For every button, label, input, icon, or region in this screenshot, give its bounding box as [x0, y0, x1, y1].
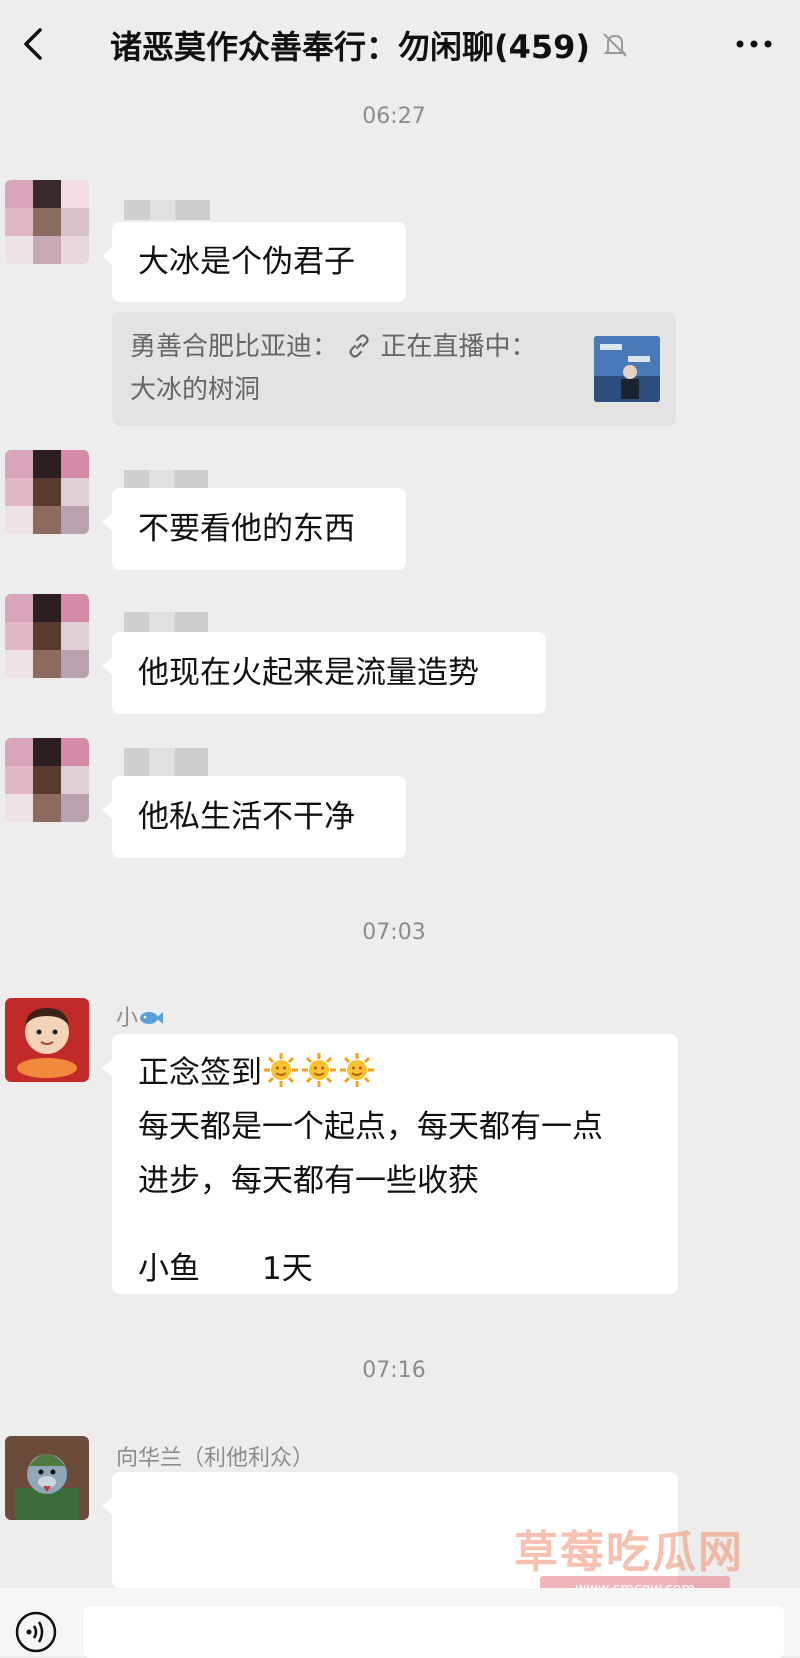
- message-bubble[interactable]: 大冰是个伪君子: [102, 222, 406, 302]
- quote-title: 大冰的树洞: [130, 375, 261, 405]
- message-line: 正念签到: [138, 1046, 652, 1100]
- message-line: 进步，每天都有一些收获: [138, 1163, 479, 1199]
- avatar[interactable]: [5, 998, 89, 1082]
- avatar[interactable]: [5, 450, 89, 534]
- chevron-left-icon[interactable]: [18, 26, 50, 62]
- timestamp: 07:16: [362, 1358, 426, 1383]
- quote-status: 正在直播中：: [380, 332, 537, 362]
- live-thumbnail: [594, 336, 660, 402]
- sun-icon: [264, 1053, 298, 1087]
- bell-off-icon: [603, 33, 627, 57]
- fish-icon: [140, 1012, 164, 1024]
- chat-title: 诸恶莫作众善奉行：勿闲聊(459): [110, 28, 591, 66]
- message-bubble[interactable]: 正念签到 每天都是一个起点，每天都有一点 进步，每天都有一些收获 小鱼 1天: [102, 1034, 678, 1294]
- message-line: 小鱼 1天: [138, 1251, 313, 1287]
- more-dots-icon[interactable]: [732, 30, 776, 58]
- avatar[interactable]: [5, 738, 89, 822]
- quote-text: 勇善合肥比亚迪： 正在直播中： 大冰的树洞: [130, 326, 570, 412]
- avatar[interactable]: [5, 180, 89, 264]
- input-bar: [0, 1588, 800, 1658]
- quote-card[interactable]: 勇善合肥比亚迪： 正在直播中： 大冰的树洞: [112, 312, 676, 426]
- sun-icon: [302, 1053, 336, 1087]
- sender-name-blurred: [124, 748, 208, 778]
- timestamp: 06:27: [362, 104, 426, 129]
- avatar[interactable]: [5, 594, 89, 678]
- chat-header: 诸恶莫作众善奉行：勿闲聊(459): [0, 0, 800, 88]
- message-input[interactable]: [84, 1606, 784, 1658]
- message-bubble[interactable]: 不要看他的东西: [102, 488, 406, 570]
- sender-name: 小: [116, 1000, 164, 1032]
- message-bubble[interactable]: 他私生活不干净: [102, 776, 406, 858]
- sender-name-blurred: [124, 612, 208, 632]
- avatar[interactable]: [5, 1436, 89, 1520]
- title-group: 诸恶莫作众善奉行：勿闲聊(459): [110, 20, 630, 70]
- message-bubble[interactable]: 他现在火起来是流量造势: [102, 632, 546, 714]
- sender-name-blurred: [124, 470, 208, 490]
- timestamp: 07:03: [362, 920, 426, 945]
- message-line: 每天都是一个起点，每天都有一点: [138, 1109, 603, 1145]
- watermark: 草莓吃瓜网: [514, 1527, 744, 1578]
- sun-icon: [340, 1053, 374, 1087]
- link-icon: [349, 334, 369, 358]
- quote-author: 勇善合肥比亚迪：: [130, 332, 339, 362]
- sender-name: 向华兰（利他利众）: [116, 1446, 315, 1471]
- voice-icon[interactable]: [14, 1610, 58, 1654]
- sender-name-blurred: [124, 200, 210, 220]
